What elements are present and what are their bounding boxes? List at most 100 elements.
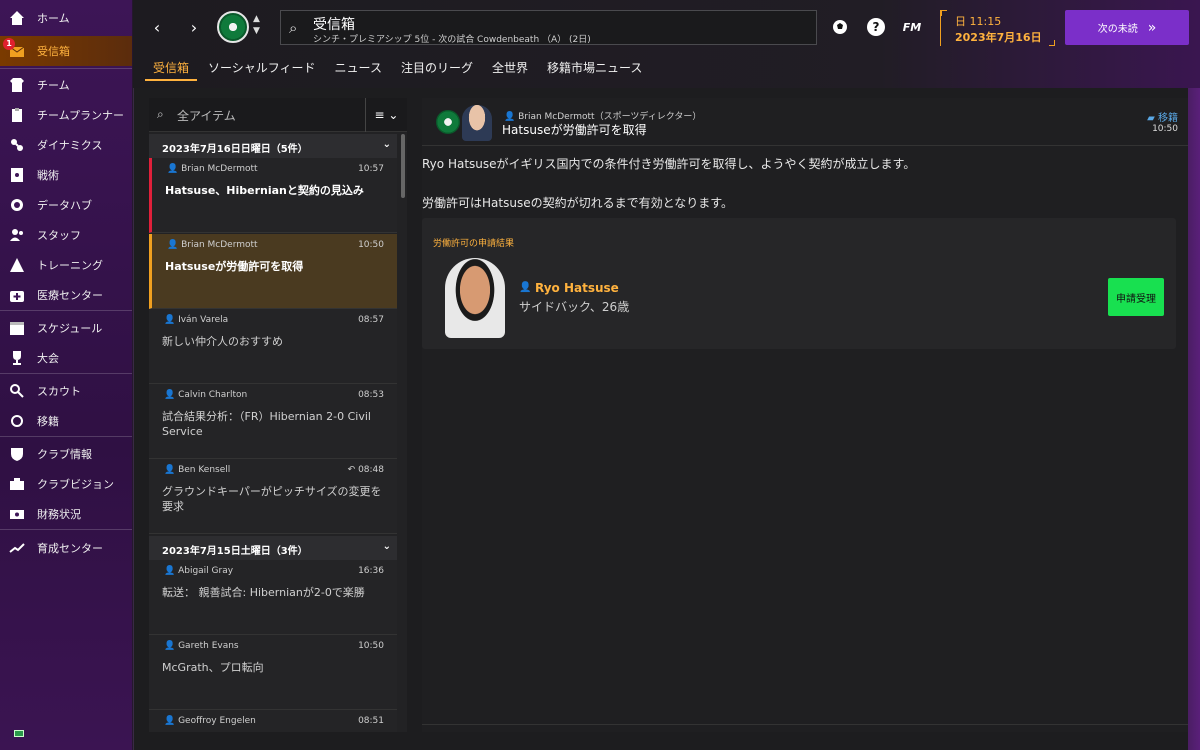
sidebar-item-label: スケジュール bbox=[37, 322, 103, 335]
sidebar-item-transfers[interactable]: 移籍 bbox=[0, 406, 132, 436]
divider bbox=[0, 310, 132, 311]
page-subtitle: シンチ・プレミアシップ 5位 - 次の試合 Cowdenbeath （A） (2… bbox=[313, 35, 591, 45]
unread-badge: 1 bbox=[3, 38, 15, 50]
list-scrollbar[interactable] bbox=[401, 134, 405, 198]
sidebar-item-staff[interactable]: スタッフ bbox=[0, 220, 132, 250]
list-item[interactable]: 👤 Brian McDermott 10:50 Hatsuseが労働許可を取得 bbox=[149, 234, 397, 309]
list-item[interactable]: 👤 Gareth Evans 10:50 McGrath、プロ転向 bbox=[149, 635, 397, 710]
list-item[interactable]: 👤 Geoffroy Engelen 08:51 bbox=[149, 710, 397, 732]
page-title: 受信箱 bbox=[313, 17, 355, 33]
sidebar-item-label: 大会 bbox=[37, 352, 59, 365]
tactics-icon bbox=[9, 167, 25, 183]
sidebar-item-competitions[interactable]: 大会 bbox=[0, 343, 132, 373]
time: 08:51 bbox=[358, 716, 384, 726]
sidebar-item-home[interactable]: ホーム bbox=[0, 3, 132, 33]
time: 10:50 bbox=[358, 641, 384, 651]
category-tag[interactable]: ▰ 移籍 bbox=[1147, 109, 1178, 124]
filter-bar[interactable]: ⌕ 全アイテム ≡ ⌄ bbox=[149, 98, 407, 132]
tab-world[interactable]: 全世界 bbox=[484, 57, 536, 81]
message-time: 10:50 bbox=[1152, 124, 1178, 134]
tab-transfer-news[interactable]: 移籍市場ニュース bbox=[539, 57, 650, 81]
sidebar-item-development[interactable]: 育成センター bbox=[0, 533, 132, 563]
game-time: 日 11:15 bbox=[955, 15, 1002, 28]
list-item[interactable]: 👤 Iván Varela 08:57 新しい仲介人のおすすめ bbox=[149, 309, 397, 384]
tag-icon: ▰ bbox=[1147, 113, 1155, 124]
accept-permit-button[interactable]: 申請受理 bbox=[1108, 278, 1164, 316]
sidebar-item-training[interactable]: トレーニング bbox=[0, 250, 132, 280]
next-unread-label: 次の未読 bbox=[1097, 24, 1138, 35]
sidebar-item-label: クラブビジョン bbox=[37, 478, 114, 491]
player-photo[interactable] bbox=[445, 258, 505, 338]
sidebar-item-finances[interactable]: 財務状況 bbox=[0, 499, 132, 529]
tab-inbox[interactable]: 受信箱 bbox=[145, 57, 198, 81]
sidebar-item-schedule[interactable]: スケジュール bbox=[0, 313, 132, 343]
sidebar-item-tactics[interactable]: 戦術 bbox=[0, 160, 132, 190]
time: 10:50 bbox=[358, 240, 384, 250]
corner-mark bbox=[1049, 40, 1055, 46]
subject: Hatsuse、Hibernianと契約の見込み bbox=[165, 184, 364, 197]
tab-news[interactable]: ニュース bbox=[327, 57, 390, 81]
game-date: 日 11:15 2023年7月16日 bbox=[940, 10, 1055, 46]
work-permit-card: 労働許可の申請結果 👤 Ryo Hatsuse サイドバック、26歳 申請受理 bbox=[422, 218, 1176, 349]
person-icon: 👤 bbox=[519, 282, 532, 293]
filter-menu-button[interactable]: ≡ ⌄ bbox=[365, 98, 407, 132]
reply-icon: ↶ bbox=[347, 465, 356, 475]
divider bbox=[0, 68, 132, 69]
sidebar-item-label: 受信箱 bbox=[37, 45, 70, 58]
tab-social-feed[interactable]: ソーシャルフィード bbox=[200, 57, 324, 81]
player-name-link[interactable]: Ryo Hatsuse bbox=[535, 281, 619, 295]
time: 16:36 bbox=[358, 566, 384, 576]
corner-mark bbox=[941, 10, 947, 16]
fm-menu-icon[interactable]: FM bbox=[903, 18, 921, 36]
date-group-header[interactable]: 2023年7月16日日曜日（5件） ⌄ bbox=[149, 134, 397, 158]
sidebar-item-club-vision[interactable]: クラブビジョン bbox=[0, 469, 132, 499]
tab-featured-leagues[interactable]: 注目のリーグ bbox=[393, 57, 481, 81]
sidebar-item-label: トレーニング bbox=[37, 259, 103, 272]
chevron-left-icon: ‹ bbox=[153, 17, 161, 37]
sidebar-item-label: 育成センター bbox=[37, 542, 103, 555]
divider bbox=[0, 436, 132, 437]
date-group-label: 2023年7月15日土曜日（3件） bbox=[162, 546, 308, 557]
sidebar-item-label: 財務状況 bbox=[37, 508, 81, 521]
date-group-header[interactable]: 2023年7月15日土曜日（3件） ⌄ bbox=[149, 536, 397, 560]
forward-button[interactable]: › bbox=[183, 16, 205, 38]
sidebar-item-scout[interactable]: スカウト bbox=[0, 376, 132, 406]
sidebar-item-label: 戦術 bbox=[37, 169, 59, 182]
sidebar-item-label: 医療センター bbox=[37, 289, 103, 302]
sidebar-item-data-hub[interactable]: データハブ bbox=[0, 190, 132, 220]
club-switch-arrows-icon[interactable]: ▲ ▼ bbox=[253, 13, 260, 37]
subject: 試合結果分析：（FR）Hibernian 2-0 Civil Service bbox=[162, 410, 371, 438]
date-group-label: 2023年7月16日日曜日（5件） bbox=[162, 144, 308, 155]
sidebar-item-club-info[interactable]: クラブ情報 bbox=[0, 439, 132, 469]
message-subject: Hatsuseが労働許可を取得 bbox=[502, 123, 647, 137]
sidebar-item-team[interactable]: チーム bbox=[0, 70, 132, 100]
sidebar-item-inbox[interactable]: 受信箱 bbox=[0, 36, 132, 66]
chevron-right-icon: › bbox=[190, 17, 198, 37]
sidebar-item-medical[interactable]: 医療センター bbox=[0, 280, 132, 310]
sidebar-item-team-planner[interactable]: チームプランナー bbox=[0, 100, 132, 130]
search-icon: ⌕ bbox=[157, 107, 164, 121]
list-item[interactable]: 👤 Brian McDermott 10:57 Hatsuse、Hibernia… bbox=[149, 158, 397, 233]
divider bbox=[0, 529, 132, 530]
filter-input[interactable]: 全アイテム bbox=[177, 107, 236, 124]
football-icon[interactable] bbox=[831, 18, 849, 36]
next-unread-button[interactable]: 次の未読 » bbox=[1065, 10, 1189, 45]
sidebar-item-dynamics[interactable]: ダイナミクス bbox=[0, 130, 132, 160]
message-header: 👤 Brian McDermott（スポーツディレクター） Hatsuseが労働… bbox=[422, 98, 1188, 146]
sender: 👤 Calvin Charlton bbox=[164, 390, 248, 400]
sidebar-item-label: チーム bbox=[37, 79, 70, 92]
title-search-box[interactable]: ⌕ 受信箱 シンチ・プレミアシップ 5位 - 次の試合 Cowdenbeath … bbox=[280, 10, 817, 45]
staff-icon bbox=[9, 227, 25, 243]
vision-icon bbox=[9, 476, 25, 492]
sender: 👤 Gareth Evans bbox=[164, 641, 239, 651]
list-item[interactable]: 👤 Abigail Gray 16:36 転送： 親善試合: Hibernian… bbox=[149, 560, 397, 635]
club-crest-icon[interactable] bbox=[217, 11, 249, 43]
list-item[interactable]: 👤 Ben Kensell ↶ 08:48 グラウンドキーパーがピッチサイズの変… bbox=[149, 459, 397, 534]
sender: 👤 Brian McDermott bbox=[167, 164, 258, 174]
help-icon[interactable]: ? bbox=[867, 18, 885, 36]
subject: McGrath、プロ転向 bbox=[162, 661, 264, 674]
back-button[interactable]: ‹ bbox=[146, 16, 168, 38]
list-item[interactable]: 👤 Calvin Charlton 08:53 試合結果分析：（FR）Hiber… bbox=[149, 384, 397, 459]
sidebar-item-label: ホーム bbox=[37, 12, 70, 25]
team-icon bbox=[9, 77, 25, 93]
